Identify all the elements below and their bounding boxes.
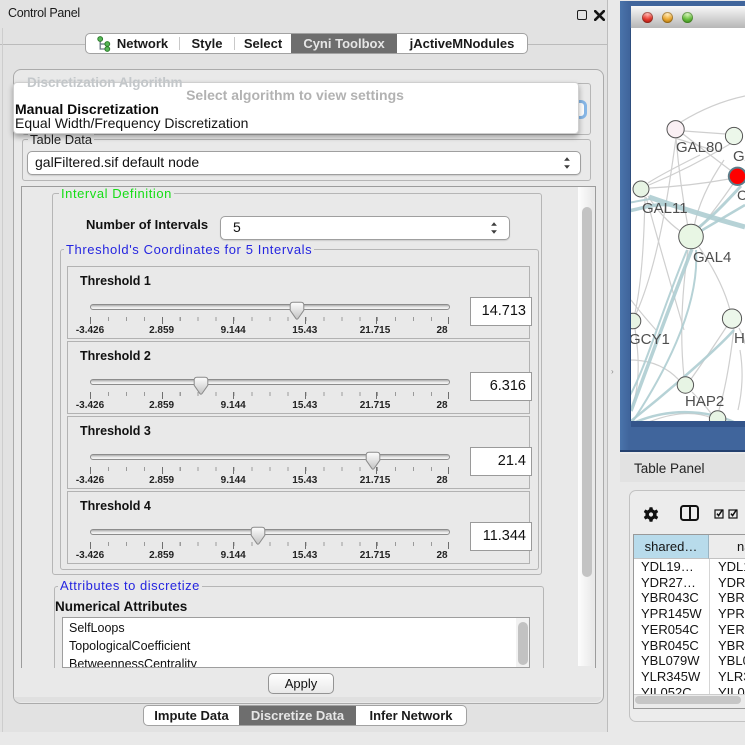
svg-text:GAL4: GAL4 — [693, 249, 731, 266]
svg-text:HAP2: HAP2 — [685, 393, 724, 410]
svg-text:CA: CA — [737, 187, 745, 203]
svg-text:GAL80: GAL80 — [676, 139, 723, 156]
svg-text:GA: GA — [733, 148, 745, 165]
svg-text:H: H — [734, 330, 745, 347]
svg-text:GCY1: GCY1 — [631, 331, 670, 348]
svg-text:GAL11: GAL11 — [642, 200, 688, 217]
